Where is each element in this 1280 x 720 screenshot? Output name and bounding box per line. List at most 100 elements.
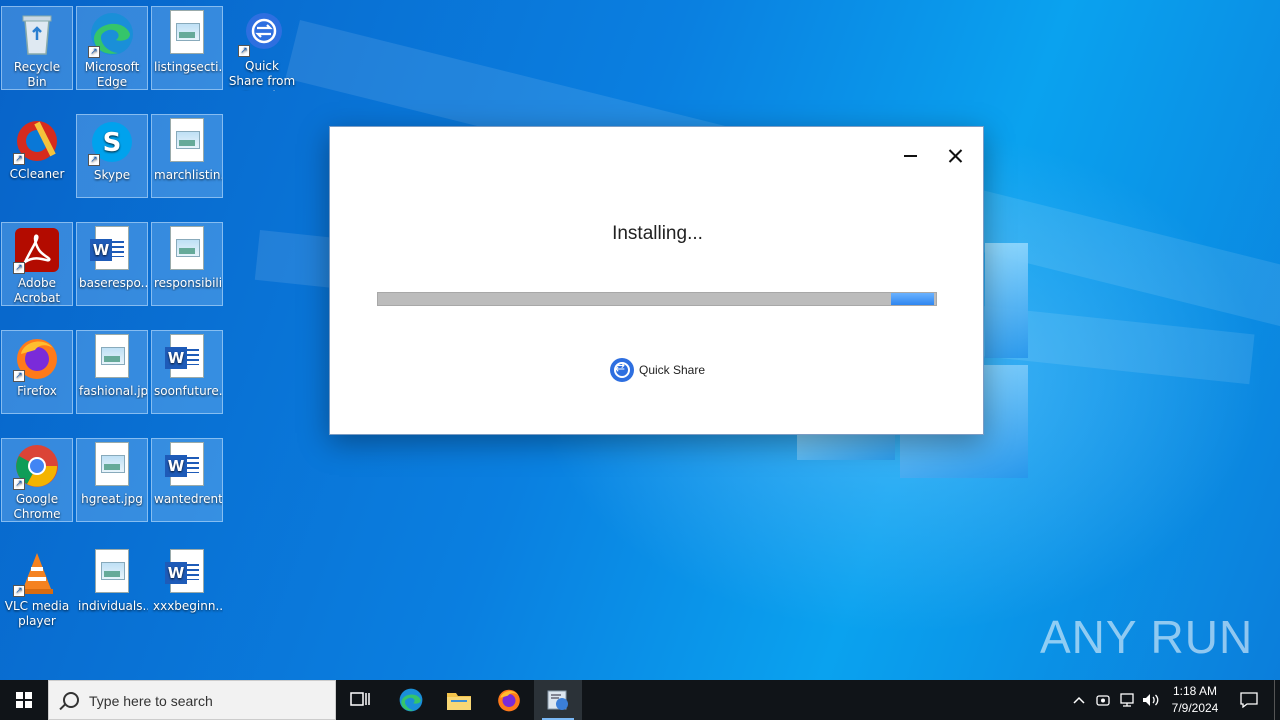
icon-label: hgreat.jpg — [81, 492, 143, 506]
search-icon — [63, 692, 79, 708]
word-document-icon: W — [165, 549, 204, 593]
icon-label: listingsecti... — [154, 60, 222, 74]
image-file-icon — [170, 10, 204, 54]
meet-now-icon — [1096, 695, 1110, 706]
desktop: Recycle Bin ↗ CCleaner ↗ Adobe Acrobat ↗… — [0, 0, 1280, 680]
taskbar-installer[interactable] — [534, 680, 582, 720]
icon-label: Quick Share from Google — [228, 59, 296, 91]
desktop-icon-jpg[interactable]: hgreat.jpg — [76, 438, 148, 522]
image-file-icon — [170, 226, 204, 270]
icon-label: marchlistin... — [154, 168, 222, 182]
task-view-icon — [350, 692, 370, 706]
icon-label: Firefox — [17, 384, 57, 398]
icon-label: VLC media player — [4, 599, 70, 628]
close-button[interactable] — [940, 143, 970, 169]
taskbar: 1:18 AM 7/9/2024 — [0, 680, 1280, 720]
icon-label: baserespo... — [79, 276, 147, 290]
svg-text:S: S — [103, 128, 122, 158]
shortcut-arrow-icon: ↗ — [13, 262, 25, 274]
adobe-acrobat-icon: ↗ — [13, 226, 61, 274]
install-progress-bar — [377, 292, 937, 306]
tray-volume[interactable] — [1140, 680, 1162, 720]
word-document-icon: W — [90, 226, 129, 270]
shortcut-arrow-icon: ↗ — [13, 153, 25, 165]
desktop-icon-doc[interactable]: W wantedrent... — [151, 438, 223, 522]
recycle-bin-icon — [13, 10, 61, 58]
desktop-icon-recycle-bin[interactable]: Recycle Bin — [1, 6, 73, 90]
network-icon — [1120, 693, 1134, 707]
edge-icon — [399, 688, 423, 712]
task-view-button[interactable] — [336, 680, 384, 720]
shortcut-arrow-icon: ↗ — [13, 370, 25, 382]
desktop-icon-google-chrome[interactable]: ↗ Google Chrome — [1, 438, 73, 522]
icon-label: fashional.jpg — [79, 384, 147, 398]
desktop-icon-file[interactable]: responsibili... — [151, 222, 223, 306]
vlc-icon: ↗ — [13, 549, 61, 597]
folder-icon — [447, 693, 471, 710]
image-file-icon — [95, 334, 129, 378]
icon-label: Recycle Bin — [13, 60, 61, 89]
action-center-button[interactable] — [1234, 680, 1264, 720]
show-desktop-button[interactable] — [1274, 680, 1280, 720]
image-file-icon — [95, 442, 129, 486]
icon-label: Google Chrome — [13, 492, 61, 521]
desktop-icon-doc[interactable]: W soonfuture... — [151, 330, 223, 414]
icon-label: Microsoft Edge — [84, 60, 140, 89]
search-input[interactable] — [87, 689, 331, 713]
taskbar-file-explorer[interactable] — [435, 680, 483, 720]
wallpaper-pane — [985, 243, 1028, 358]
chrome-icon: ↗ — [13, 442, 61, 490]
word-document-icon: W — [165, 334, 204, 378]
ccleaner-icon: ↗ — [13, 117, 61, 165]
icon-label: CCleaner — [9, 167, 65, 181]
desktop-icon-quick-share[interactable]: ↗ Quick Share from Google — [226, 6, 298, 91]
wallpaper-pane — [797, 435, 895, 460]
skype-icon: S ↗ — [88, 118, 136, 166]
taskbar-search[interactable] — [48, 680, 336, 720]
desktop-icon-skype[interactable]: S ↗ Skype — [76, 114, 148, 198]
desktop-icon-file[interactable]: marchlistin... — [151, 114, 223, 198]
image-file-icon — [95, 549, 129, 593]
notification-icon — [1240, 692, 1258, 708]
install-status-text: Installing... — [612, 223, 703, 244]
desktop-icon-file[interactable]: listingsecti... — [151, 6, 223, 90]
minimize-button[interactable] — [895, 143, 925, 169]
image-file-icon — [170, 118, 204, 162]
show-hidden-icons-button[interactable] — [1068, 680, 1090, 720]
taskbar-edge[interactable] — [387, 680, 435, 720]
installer-dialog: Installing... Quick Share — [329, 126, 984, 435]
brand-name: Quick Share — [639, 363, 706, 377]
shortcut-arrow-icon: ↗ — [13, 585, 25, 597]
desktop-icon-firefox[interactable]: ↗ Firefox — [1, 330, 73, 414]
icon-label: responsibili... — [154, 276, 222, 290]
system-clock[interactable]: 1:18 AM 7/9/2024 — [1168, 683, 1222, 717]
taskbar-firefox[interactable] — [485, 680, 533, 720]
desktop-icon-doc[interactable]: W xxxbeginn... — [151, 546, 223, 630]
anyrun-watermark: ANY RUN — [1040, 611, 1254, 663]
icon-label: xxxbeginn... — [153, 599, 223, 613]
start-button[interactable] — [0, 680, 48, 720]
desktop-icon-file[interactable]: individuals... — [76, 546, 148, 630]
desktop-icon-adobe-acrobat[interactable]: ↗ Adobe Acrobat — [1, 222, 73, 306]
installer-icon — [547, 690, 568, 710]
quick-share-brand: Quick Share — [610, 357, 705, 383]
icon-label: Adobe Acrobat — [13, 276, 61, 305]
tray-network[interactable] — [1116, 680, 1138, 720]
desktop-icon-doc[interactable]: W baserespo... — [76, 222, 148, 306]
shortcut-arrow-icon: ↗ — [238, 45, 250, 57]
clock-date: 7/9/2024 — [1171, 701, 1219, 715]
icon-label: wantedrent... — [154, 492, 222, 506]
windows-logo-icon — [16, 692, 32, 708]
install-progress-indicator — [891, 293, 935, 305]
desktop-icon-ccleaner[interactable]: ↗ CCleaner — [1, 114, 73, 198]
desktop-icon-microsoft-edge[interactable]: ↗ Microsoft Edge — [76, 6, 148, 90]
desktop-icon-vlc[interactable]: ↗ VLC media player — [1, 546, 73, 630]
icon-label: soonfuture... — [154, 384, 222, 398]
chevron-up-icon — [1073, 696, 1085, 704]
speaker-icon — [1143, 694, 1159, 706]
shortcut-arrow-icon: ↗ — [13, 478, 25, 490]
desktop-icon-jpg[interactable]: fashional.jpg — [76, 330, 148, 414]
firefox-icon: ↗ — [13, 334, 61, 382]
word-document-icon: W — [165, 442, 204, 486]
tray-app[interactable] — [1093, 680, 1113, 720]
